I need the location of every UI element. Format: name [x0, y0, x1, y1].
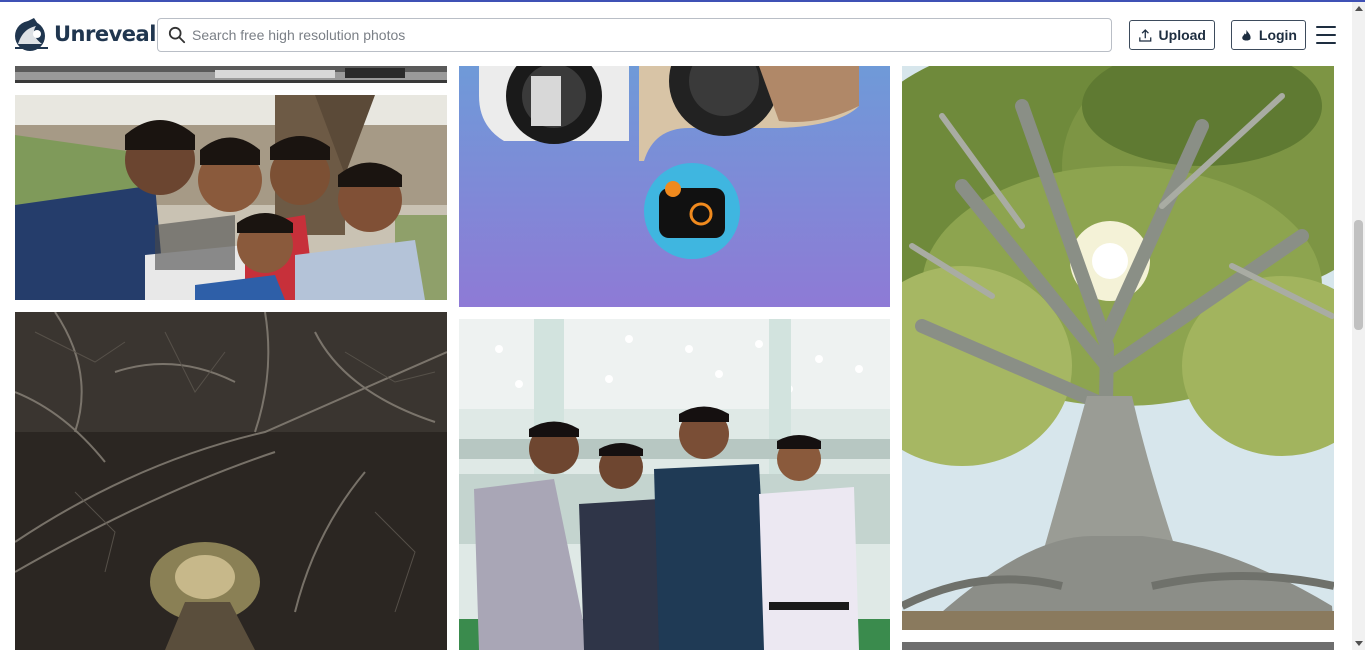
hamburger-menu-icon[interactable] — [1316, 24, 1336, 46]
brand-name: Unreveal — [54, 22, 156, 46]
reveal-logo-icon — [15, 18, 48, 51]
photo-fig-tree-sunburst[interactable] — [902, 66, 1334, 630]
upload-label: Upload — [1158, 27, 1206, 43]
upload-icon — [1139, 28, 1152, 42]
login-label: Login — [1258, 27, 1297, 43]
search-icon — [168, 26, 186, 44]
search-input[interactable] — [192, 27, 1092, 43]
search-bar[interactable] — [157, 18, 1112, 52]
photo-grey-partial[interactable] — [902, 642, 1334, 650]
photo-selfie-group[interactable] — [15, 95, 447, 300]
scrollbar-thumb[interactable] — [1354, 220, 1363, 330]
scroll-down-icon[interactable] — [1355, 641, 1363, 646]
photo-tree-tunnel[interactable] — [15, 312, 447, 650]
login-button[interactable]: Login — [1231, 20, 1306, 50]
upload-button[interactable]: Upload — [1129, 20, 1215, 50]
flame-icon — [1242, 29, 1251, 41]
photo-group-hall[interactable] — [459, 319, 890, 650]
page-scrollbar[interactable] — [1352, 2, 1365, 650]
scroll-up-icon[interactable] — [1355, 6, 1363, 11]
photo-camera-app-promo[interactable] — [459, 66, 890, 307]
brand-logo[interactable]: Unreveal — [12, 14, 156, 54]
photo-street-bw[interactable] — [15, 66, 447, 83]
top-navbar: Unreveal Upload Login — [0, 2, 1352, 66]
